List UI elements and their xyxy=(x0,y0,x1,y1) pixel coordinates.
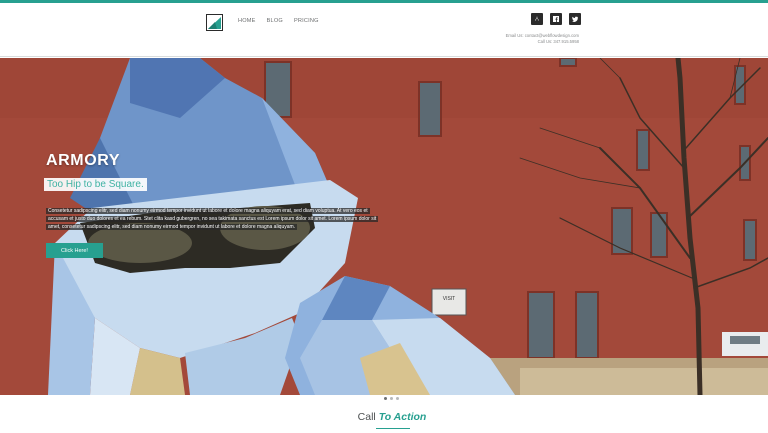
logo-icon[interactable] xyxy=(206,14,223,31)
hero-body-span: Consetetur sadipscing elitr, sed diam no… xyxy=(46,208,379,230)
slider-dot-1[interactable] xyxy=(384,397,387,400)
nav-pricing[interactable]: PRICING xyxy=(294,18,319,24)
hero-slider: VISIT ARMORY Too Hip to be Square. Conse… xyxy=(0,58,768,395)
main-nav: HOME BLOG PRICING xyxy=(238,18,330,24)
call-to-action-heading: Call To Action xyxy=(0,411,768,423)
facebook-icon[interactable] xyxy=(550,13,562,25)
hero-subtitle: Too Hip to be Square. xyxy=(44,178,147,191)
yelp-icon[interactable] xyxy=(531,13,543,25)
twitter-icon[interactable] xyxy=(569,13,581,25)
cta-underline xyxy=(376,428,410,429)
contact-phone[interactable]: Call Us: 347.915.5958 xyxy=(506,39,579,45)
hero-title: ARMORY xyxy=(46,152,121,169)
nav-home[interactable]: HOME xyxy=(238,18,256,24)
hero-body-text: Consetetur sadipscing elitr, sed diam no… xyxy=(46,207,386,231)
slider-dot-2[interactable] xyxy=(390,397,393,400)
site-header: HOME BLOG PRICING Email Us: contact@webf… xyxy=(0,3,768,57)
cta-emphasis: To Action xyxy=(378,411,427,423)
nav-blog[interactable]: BLOG xyxy=(267,18,283,24)
slider-dot-3[interactable] xyxy=(396,397,399,400)
contact-info: Email Us: contact@webflowdesign.com Call… xyxy=(506,33,579,45)
slider-dots xyxy=(384,397,399,400)
building-sign: VISIT xyxy=(443,296,456,302)
cta-prefix: Call xyxy=(357,411,379,423)
social-links xyxy=(531,13,581,25)
hero-cta-button[interactable]: Click Here! xyxy=(46,243,103,258)
